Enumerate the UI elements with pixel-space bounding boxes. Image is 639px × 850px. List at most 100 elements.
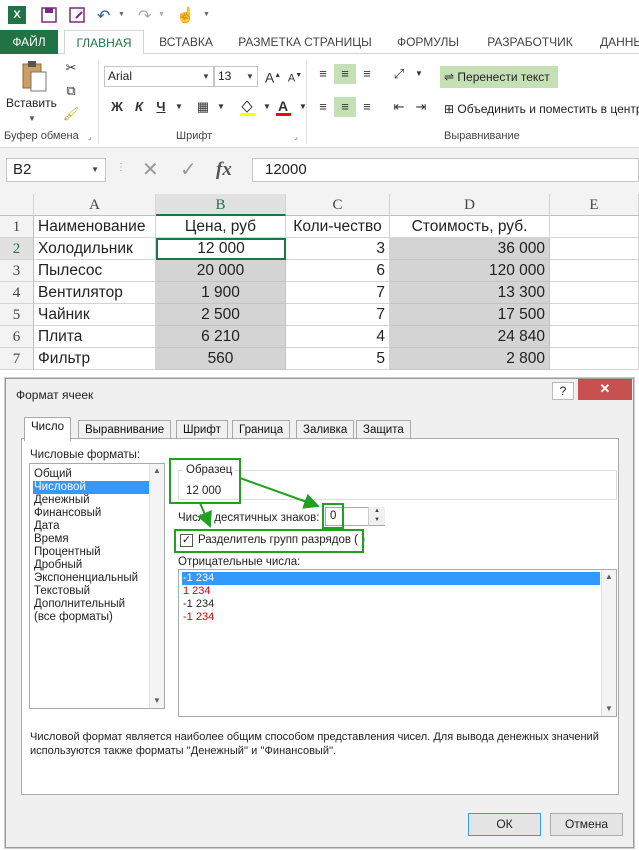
fill-color-icon[interactable] <box>236 97 258 117</box>
column-header-b[interactable]: B <box>156 194 286 216</box>
orientation-dropdown-icon[interactable]: ▼ <box>408 64 430 84</box>
grow-font-icon[interactable]: A▲ <box>262 66 284 86</box>
tab-alignment[interactable]: Выравнивание <box>78 420 172 440</box>
negative-numbers-list[interactable]: -1 234 1 234 -1 234 -1 234 ▲ ▼ <box>178 569 617 717</box>
tab-formulas[interactable]: ФОРМУЛЫ <box>388 30 468 54</box>
font-color-icon[interactable]: A <box>272 97 294 117</box>
increase-indent-icon[interactable]: ⇥ <box>410 97 432 117</box>
cell-d5[interactable]: 17 500 <box>390 304 550 326</box>
tab-insert[interactable]: ВСТАВКА <box>150 30 222 54</box>
row-header-2[interactable]: 2 <box>0 238 34 260</box>
customize-qat-icon[interactable]: ▼ <box>203 6 221 24</box>
list-item[interactable]: -1 234 <box>182 598 600 611</box>
tab-number[interactable]: Число <box>24 417 72 441</box>
cell-d1[interactable]: Стоимость, руб. <box>390 216 550 238</box>
paste-icon[interactable] <box>20 60 48 94</box>
align-top-icon[interactable]: ≡ <box>312 64 334 84</box>
decimal-places-stepper[interactable]: ▲ ▼ <box>368 507 385 526</box>
font-launcher-icon[interactable]: ⌟ <box>294 132 298 141</box>
cell-e1[interactable] <box>550 216 639 238</box>
cell-d3[interactable]: 120 000 <box>390 260 550 282</box>
row-header-4[interactable]: 4 <box>0 282 34 304</box>
list-item[interactable]: Денежный <box>33 494 150 507</box>
cell-d4[interactable]: 13 300 <box>390 282 550 304</box>
list-item[interactable]: Время <box>33 533 150 546</box>
select-all-corner[interactable] <box>0 194 34 216</box>
list-item[interactable]: Процентный <box>33 546 150 559</box>
close-button[interactable]: ✕ <box>578 379 632 400</box>
list-item[interactable]: Финансовый <box>33 507 150 520</box>
align-middle-icon[interactable]: ≡ <box>334 64 356 84</box>
save-icon[interactable] <box>40 6 58 24</box>
tab-data[interactable]: ДАННЫ <box>592 30 639 54</box>
save-as-icon[interactable] <box>68 6 86 24</box>
align-left-icon[interactable]: ≡ <box>312 97 334 117</box>
format-painter-icon[interactable]: 🖌 <box>60 104 82 124</box>
align-center-icon[interactable]: ≡ <box>334 97 356 117</box>
align-bottom-icon[interactable]: ≡ <box>356 64 378 84</box>
row-header-3[interactable]: 3 <box>0 260 34 282</box>
help-button[interactable]: ? <box>552 382 574 400</box>
row-header-7[interactable]: 7 <box>0 348 34 370</box>
name-box[interactable]: B2 ▼ <box>6 158 106 182</box>
shrink-font-icon[interactable]: A▼ <box>284 66 306 86</box>
cell-c4[interactable]: 7 <box>286 282 390 304</box>
redo-icon[interactable]: ↷ <box>138 6 156 25</box>
list-item[interactable]: Дата <box>33 520 150 533</box>
cell-a4[interactable]: Вентилятор <box>34 282 156 304</box>
list-item[interactable]: Общий <box>33 468 150 481</box>
cell-b4[interactable]: 1 900 <box>156 282 286 304</box>
cell-a7[interactable]: Фильтр <box>34 348 156 370</box>
stepper-up-icon[interactable]: ▲ <box>369 507 385 516</box>
cell-e2[interactable] <box>550 238 639 260</box>
tab-file[interactable]: ФАЙЛ <box>0 30 58 54</box>
cell-c3[interactable]: 6 <box>286 260 390 282</box>
decrease-indent-icon[interactable]: ⇤ <box>388 97 410 117</box>
cell-b6[interactable]: 6 210 <box>156 326 286 348</box>
cell-e3[interactable] <box>550 260 639 282</box>
tab-font[interactable]: Шрифт <box>176 420 228 440</box>
cell-b5[interactable]: 2 500 <box>156 304 286 326</box>
cell-d2[interactable]: 36 000 <box>390 238 550 260</box>
cell-e7[interactable] <box>550 348 639 370</box>
scroll-down-icon[interactable]: ▼ <box>602 702 616 716</box>
scroll-up-icon[interactable]: ▲ <box>602 570 616 584</box>
redo-dropdown-icon[interactable]: ▼ <box>158 6 176 24</box>
column-header-d[interactable]: D <box>390 194 550 216</box>
clipboard-launcher-icon[interactable]: ⌟ <box>88 132 92 141</box>
cut-icon[interactable]: ✂ <box>60 58 82 78</box>
cell-b3[interactable]: 20 000 <box>156 260 286 282</box>
cell-e6[interactable] <box>550 326 639 348</box>
paste-dropdown-icon[interactable]: ▼ <box>28 114 36 123</box>
cell-c7[interactable]: 5 <box>286 348 390 370</box>
list-item[interactable]: Дробный <box>33 559 150 572</box>
bold-button[interactable]: Ж <box>106 97 128 117</box>
list-item[interactable]: Текстовый <box>33 585 150 598</box>
cell-e5[interactable] <box>550 304 639 326</box>
touch-mode-icon[interactable]: ☝ <box>176 6 195 24</box>
cell-a2[interactable]: Холодильник <box>34 238 156 260</box>
ok-button[interactable]: ОК <box>468 813 541 836</box>
cell-b7[interactable]: 560 <box>156 348 286 370</box>
align-right-icon[interactable]: ≡ <box>356 97 378 117</box>
formula-input[interactable]: 12000 <box>252 158 639 182</box>
cell-b2[interactable]: 12 000 <box>156 238 286 260</box>
merge-center-button[interactable]: ⊞ Объединить и поместить в центр <box>444 98 639 120</box>
insert-function-icon[interactable]: fx <box>216 159 232 181</box>
list-item[interactable]: -1 234 <box>182 572 600 585</box>
cell-d7[interactable]: 2 800 <box>390 348 550 370</box>
list-item[interactable]: Дополнительный <box>33 598 150 611</box>
paste-button-label[interactable]: Вставить <box>6 96 57 110</box>
tab-border[interactable]: Граница <box>232 420 291 440</box>
font-size-combo[interactable]: 13 ▼ <box>214 66 258 87</box>
cell-c2[interactable]: 3 <box>286 238 390 260</box>
cell-a5[interactable]: Чайник <box>34 304 156 326</box>
font-color-dropdown-icon[interactable]: ▼ <box>292 97 314 117</box>
list-item[interactable]: Экспоненциальный <box>33 572 150 585</box>
scroll-down-icon[interactable]: ▼ <box>150 694 164 708</box>
wrap-text-button[interactable]: ⇌ Перенести текст <box>440 66 558 88</box>
scroll-up-icon[interactable]: ▲ <box>150 464 164 478</box>
column-header-e[interactable]: E <box>550 194 639 216</box>
cancel-button[interactable]: Отмена <box>550 813 623 836</box>
tab-fill[interactable]: Заливка <box>296 420 355 440</box>
